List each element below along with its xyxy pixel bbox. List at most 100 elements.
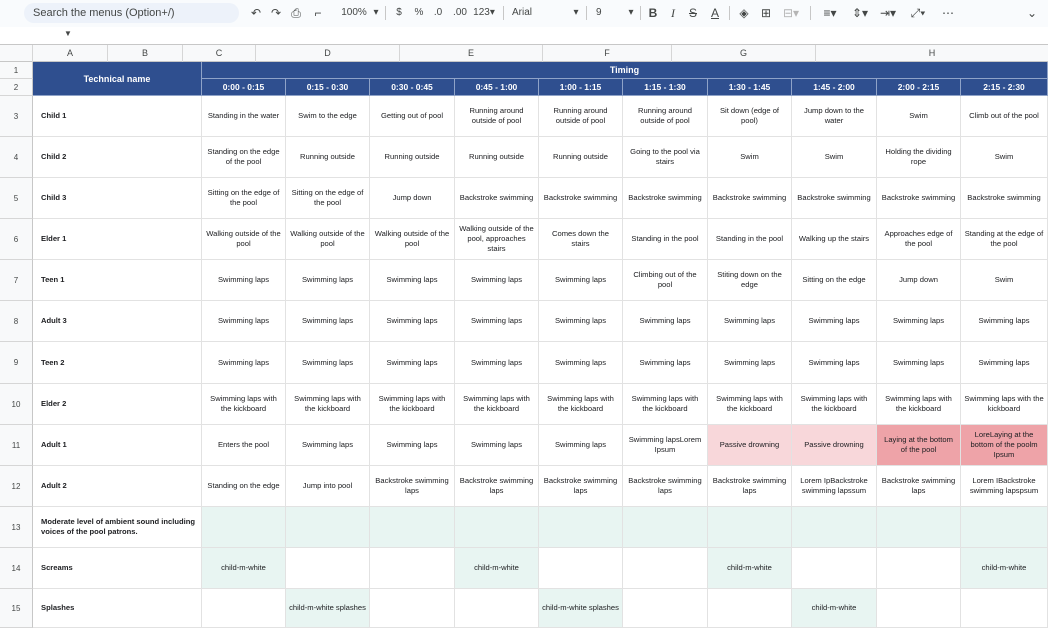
- row-name[interactable]: Adult 1: [33, 425, 202, 466]
- table-cell[interactable]: Lorem IBackstroke swimming lapspsum: [961, 466, 1048, 507]
- table-cell[interactable]: child-m-white: [202, 548, 286, 589]
- align-left-icon[interactable]: ≡▾: [818, 3, 842, 23]
- merge-cells-icon[interactable]: ⊟▾: [780, 3, 802, 23]
- table-cell[interactable]: Swimming laps: [370, 342, 455, 384]
- text-rotation-icon[interactable]: ⤢▾: [906, 3, 930, 23]
- table-cell[interactable]: [202, 507, 286, 548]
- table-cell[interactable]: Laying at the bottom of the pool: [877, 425, 961, 466]
- table-cell[interactable]: Sitting on the edge of the pool: [286, 178, 370, 219]
- table-cell[interactable]: Swimming laps: [286, 342, 370, 384]
- row-header[interactable]: 1: [0, 62, 33, 79]
- borders-icon[interactable]: ⊞: [758, 3, 774, 23]
- row-header[interactable]: 2: [0, 79, 33, 96]
- table-cell[interactable]: Running around outside of pool: [623, 96, 708, 137]
- strikethrough-button[interactable]: S: [686, 3, 700, 23]
- column-header-b[interactable]: B: [108, 45, 183, 62]
- table-cell[interactable]: Swimming laps: [623, 342, 708, 384]
- row-name[interactable]: Adult 2: [33, 466, 202, 507]
- column-header-g[interactable]: G: [672, 45, 816, 62]
- row-name[interactable]: Splashes: [33, 589, 202, 628]
- table-cell[interactable]: LoreLaying at the bottom of the poolm Ip…: [961, 425, 1048, 466]
- table-cell[interactable]: Swimming laps: [286, 425, 370, 466]
- table-cell[interactable]: Climb out of the pool: [961, 96, 1048, 137]
- table-cell[interactable]: Swimming laps: [708, 301, 792, 342]
- italic-button[interactable]: I: [666, 3, 680, 23]
- select-all-corner[interactable]: [0, 45, 33, 62]
- table-cell[interactable]: Swimming laps: [202, 342, 286, 384]
- table-cell[interactable]: [708, 507, 792, 548]
- table-cell[interactable]: Backstroke swimming laps: [455, 466, 539, 507]
- table-cell[interactable]: [455, 507, 539, 548]
- vertical-align-icon[interactable]: ⇕▾: [848, 3, 872, 23]
- table-cell[interactable]: Swimming laps with the kickboard: [961, 384, 1048, 425]
- zoom-select[interactable]: 100%: [339, 3, 369, 23]
- table-cell[interactable]: [286, 507, 370, 548]
- row-header[interactable]: 9: [0, 342, 33, 384]
- table-cell[interactable]: Running outside: [539, 137, 623, 178]
- table-cell[interactable]: Swimming laps: [370, 301, 455, 342]
- row-header[interactable]: 3: [0, 96, 33, 137]
- table-cell[interactable]: Running outside: [455, 137, 539, 178]
- table-cell[interactable]: Swimming laps with the kickboard: [792, 384, 877, 425]
- table-cell[interactable]: [792, 507, 877, 548]
- table-cell[interactable]: child-m-white splashes: [286, 589, 370, 628]
- table-cell[interactable]: Swim: [877, 96, 961, 137]
- print-icon[interactable]: ⎙: [288, 3, 304, 23]
- table-cell[interactable]: Swimming laps: [539, 260, 623, 301]
- table-cell[interactable]: Swimming laps: [539, 425, 623, 466]
- table-cell[interactable]: Backstroke swimming laps: [623, 466, 708, 507]
- table-cell[interactable]: Swimming laps with the kickboard: [877, 384, 961, 425]
- column-header-h[interactable]: H: [816, 45, 1048, 62]
- table-cell[interactable]: Backstroke swimming: [961, 178, 1048, 219]
- table-cell[interactable]: Standing on the edge: [202, 466, 286, 507]
- search-menus-input[interactable]: Search the menus (Option+/): [24, 3, 239, 23]
- row-name[interactable]: Child 3: [33, 178, 202, 219]
- row-header[interactable]: 14: [0, 548, 33, 589]
- table-cell[interactable]: Backstroke swimming: [877, 178, 961, 219]
- table-cell[interactable]: Swim: [961, 260, 1048, 301]
- table-cell[interactable]: Jump into pool: [286, 466, 370, 507]
- table-cell[interactable]: Swimming laps: [623, 301, 708, 342]
- column-header-d[interactable]: D: [256, 45, 400, 62]
- table-cell[interactable]: [961, 507, 1048, 548]
- increase-decimal-button[interactable]: .00: [450, 3, 470, 23]
- name-box-chevron-icon[interactable]: ▼: [64, 29, 72, 38]
- table-cell[interactable]: [455, 589, 539, 628]
- table-cell[interactable]: Standing on the edge of the pool: [202, 137, 286, 178]
- undo-icon[interactable]: ↶: [248, 3, 264, 23]
- table-cell[interactable]: Backstroke swimming: [708, 178, 792, 219]
- column-header-e[interactable]: E: [400, 45, 543, 62]
- row-header[interactable]: 4: [0, 137, 33, 178]
- table-cell[interactable]: Swimming laps: [877, 301, 961, 342]
- table-cell[interactable]: Running outside: [370, 137, 455, 178]
- table-cell[interactable]: Walking up the stairs: [792, 219, 877, 260]
- row-name[interactable]: Moderate level of ambient sound includin…: [33, 507, 202, 548]
- table-cell[interactable]: [370, 548, 455, 589]
- table-cell[interactable]: Swimming laps: [286, 301, 370, 342]
- table-cell[interactable]: [792, 548, 877, 589]
- collapse-chevron-icon[interactable]: ⌄: [1022, 3, 1042, 23]
- table-cell[interactable]: Walking outside of the pool: [202, 219, 286, 260]
- table-cell[interactable]: Swimming laps with the kickboard: [370, 384, 455, 425]
- bold-button[interactable]: B: [646, 3, 660, 23]
- table-cell[interactable]: Swimming laps: [877, 342, 961, 384]
- table-cell[interactable]: Standing in the water: [202, 96, 286, 137]
- table-cell[interactable]: Enters the pool: [202, 425, 286, 466]
- table-cell[interactable]: [370, 507, 455, 548]
- table-cell[interactable]: [539, 507, 623, 548]
- table-cell[interactable]: Backstroke swimming laps: [370, 466, 455, 507]
- table-cell[interactable]: child-m-white: [708, 548, 792, 589]
- row-name[interactable]: Elder 2: [33, 384, 202, 425]
- table-cell[interactable]: Swimming laps with the kickboard: [286, 384, 370, 425]
- table-cell[interactable]: Backstroke swimming laps: [877, 466, 961, 507]
- table-cell[interactable]: Swimming laps: [202, 260, 286, 301]
- chevron-down-icon[interactable]: ▾: [626, 3, 636, 23]
- table-cell[interactable]: Standing in the pool: [708, 219, 792, 260]
- table-cell[interactable]: Backstroke swimming: [792, 178, 877, 219]
- table-cell[interactable]: Standing at the edge of the pool: [961, 219, 1048, 260]
- table-cell[interactable]: [286, 548, 370, 589]
- table-cell[interactable]: Swimming laps: [961, 301, 1048, 342]
- row-name[interactable]: Teen 1: [33, 260, 202, 301]
- table-cell[interactable]: [877, 548, 961, 589]
- table-cell[interactable]: Walking outside of the pool, approaches …: [455, 219, 539, 260]
